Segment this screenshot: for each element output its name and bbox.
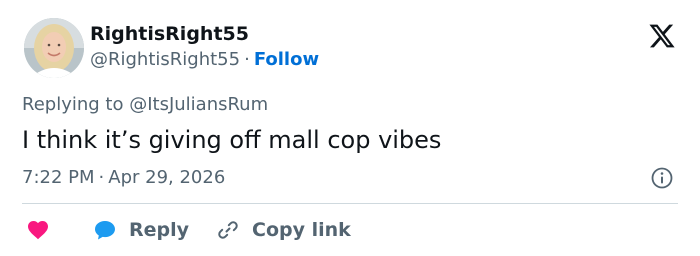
- author-handle[interactable]: @RightisRight55: [90, 49, 240, 70]
- tweet-date: Apr 29, 2026: [108, 167, 226, 188]
- heart-icon: [28, 221, 48, 240]
- like-button[interactable]: [26, 216, 50, 244]
- follow-button[interactable]: Follow: [254, 49, 319, 70]
- x-logo-icon[interactable]: [648, 22, 676, 50]
- separator-dot: ·: [98, 167, 105, 188]
- replying-to[interactable]: Replying to @ItsJuliansRum: [22, 93, 268, 117]
- copy-link-label: Copy link: [252, 219, 351, 241]
- author-display-name[interactable]: RightisRight55: [90, 22, 249, 46]
- tweet-text: I think it’s giving off mall cop vibes: [22, 126, 442, 154]
- copy-link-button[interactable]: Copy link: [216, 216, 351, 244]
- link-icon: [218, 221, 238, 239]
- divider: [22, 203, 678, 204]
- tweet-card: RightisRight55 @RightisRight55 · Follow Re…: [0, 0, 700, 256]
- avatar[interactable]: [24, 18, 84, 78]
- profile-photo-icon: [24, 18, 84, 78]
- tweet-timestamp[interactable]: 7:22 PM · Apr 29, 2026: [22, 166, 225, 190]
- separator-dot: ·: [244, 49, 250, 70]
- reply-button[interactable]: Reply: [93, 216, 189, 244]
- tweet-time: 7:22 PM: [22, 167, 95, 188]
- reply-label: Reply: [129, 219, 190, 241]
- author-handle-row: @RightisRight55 · Follow: [90, 48, 319, 72]
- info-icon[interactable]: [650, 166, 674, 190]
- speech-bubble-icon: [95, 221, 115, 240]
